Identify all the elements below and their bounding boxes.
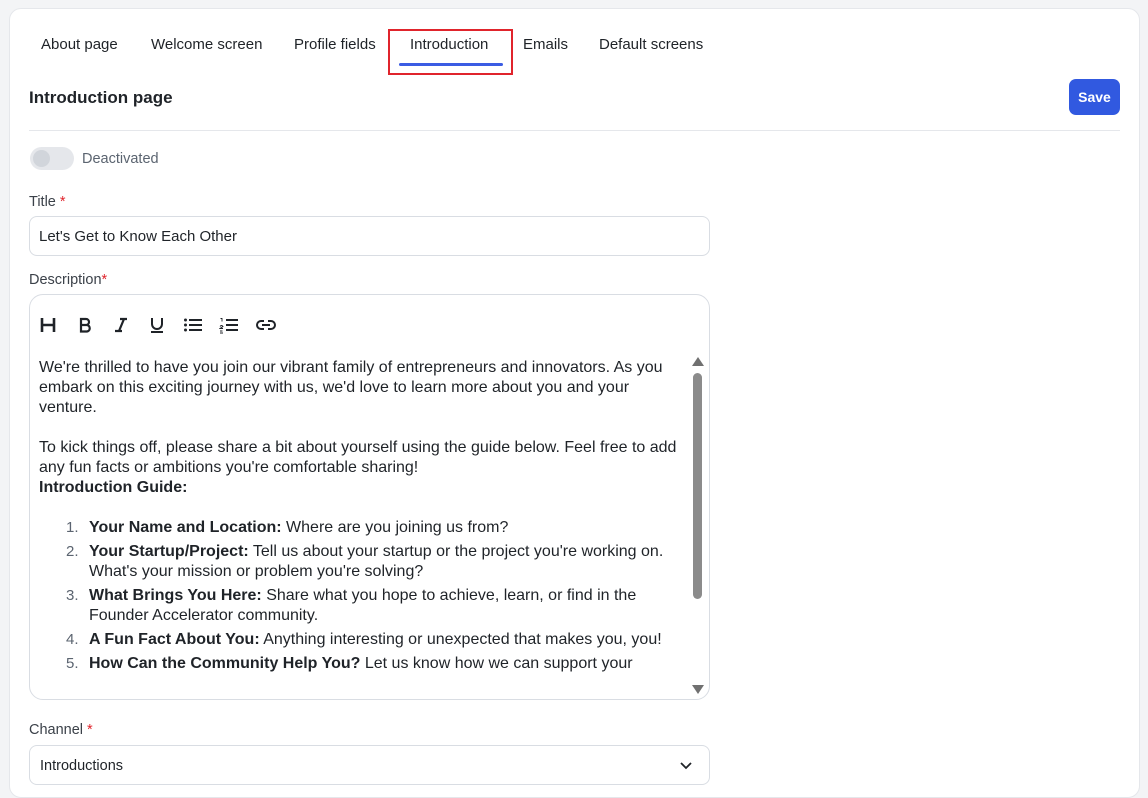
list-number: 3. [66, 587, 79, 604]
activation-toggle[interactable] [30, 147, 74, 170]
item-text: Let us know how we can support your [360, 655, 633, 672]
page-title: Introduction page [29, 88, 173, 107]
list-item: 2. Your Startup/Project: Tell us about yo… [39, 542, 681, 582]
paragraph: To kick things off, please share a bit a… [39, 439, 677, 476]
toggle-knob [33, 150, 50, 167]
description-label-text: Description [29, 272, 102, 288]
underline-icon[interactable] [145, 313, 169, 337]
italic-icon[interactable] [109, 313, 133, 337]
bold-icon[interactable] [73, 313, 97, 337]
required-mark: * [101, 272, 108, 288]
required-mark: * [59, 194, 66, 210]
tab-default-screens[interactable]: Default screens [599, 36, 703, 53]
editor-scrollbar[interactable] [690, 355, 704, 697]
item-text: Anything interesting or unexpected that … [259, 631, 662, 648]
channel-select[interactable]: Introductions [29, 745, 710, 785]
title-label-text: Title [29, 194, 56, 210]
required-mark: * [87, 722, 93, 738]
tab-bar: About page Welcome screen Profile fields… [10, 9, 1139, 79]
item-bold: A Fun Fact About You: [89, 631, 260, 648]
list-item: 1. Your Name and Location: Where are you … [39, 518, 681, 538]
save-button[interactable]: Save [1069, 79, 1120, 115]
guide-heading: Introduction Guide: [39, 479, 188, 496]
channel-label: Channel * [29, 722, 93, 738]
scroll-up-arrow-icon[interactable] [692, 357, 704, 366]
list-number: 1. [66, 519, 79, 536]
tab-emails[interactable]: Emails [523, 36, 568, 53]
active-tab-underline [399, 63, 503, 66]
description-label: Description* [29, 272, 107, 288]
active-tab-highlight [388, 29, 513, 75]
list-number: 5. [66, 655, 79, 672]
channel-label-text: Channel [29, 722, 84, 738]
editor-content[interactable]: We're thrilled to have you join our vibr… [39, 358, 681, 698]
guide-list: 1. Your Name and Location: Where are you … [39, 518, 681, 674]
list-item: 5. How Can the Community Help You? Let us… [39, 654, 681, 674]
item-bold: What Brings You Here: [89, 587, 262, 604]
scroll-thumb[interactable] [693, 373, 702, 599]
title-input[interactable] [29, 216, 710, 256]
item-bold: Your Startup/Project: [89, 543, 249, 560]
list-number: 2. [66, 543, 79, 560]
tab-profile-fields[interactable]: Profile fields [294, 36, 376, 53]
description-editor[interactable]: We're thrilled to have you join our vibr… [29, 294, 710, 700]
list-item: 4. A Fun Fact About You: Anything interes… [39, 630, 681, 650]
list-item: 3. What Brings You Here: Share what you h… [39, 586, 681, 626]
paragraph: We're thrilled to have you join our vibr… [39, 359, 663, 416]
numbered-list-icon[interactable] [217, 313, 241, 337]
link-icon[interactable] [254, 313, 278, 337]
tab-welcome-screen[interactable]: Welcome screen [151, 36, 262, 53]
item-bold: Your Name and Location: [89, 519, 282, 536]
toggle-status-label: Deactivated [82, 151, 159, 167]
scroll-down-arrow-icon[interactable] [692, 685, 704, 694]
settings-card: About page Welcome screen Profile fields… [9, 8, 1140, 798]
item-text: Where are you joining us from? [281, 519, 509, 536]
header-divider [29, 130, 1120, 131]
title-label: Title * [29, 194, 66, 210]
bullet-list-icon[interactable] [181, 313, 205, 337]
item-bold: How Can the Community Help You? [89, 655, 361, 672]
chevron-down-icon [679, 758, 693, 777]
list-number: 4. [66, 631, 79, 648]
tab-about-page[interactable]: About page [41, 36, 118, 53]
heading-icon[interactable] [36, 313, 60, 337]
channel-select-value: Introductions [40, 758, 124, 774]
